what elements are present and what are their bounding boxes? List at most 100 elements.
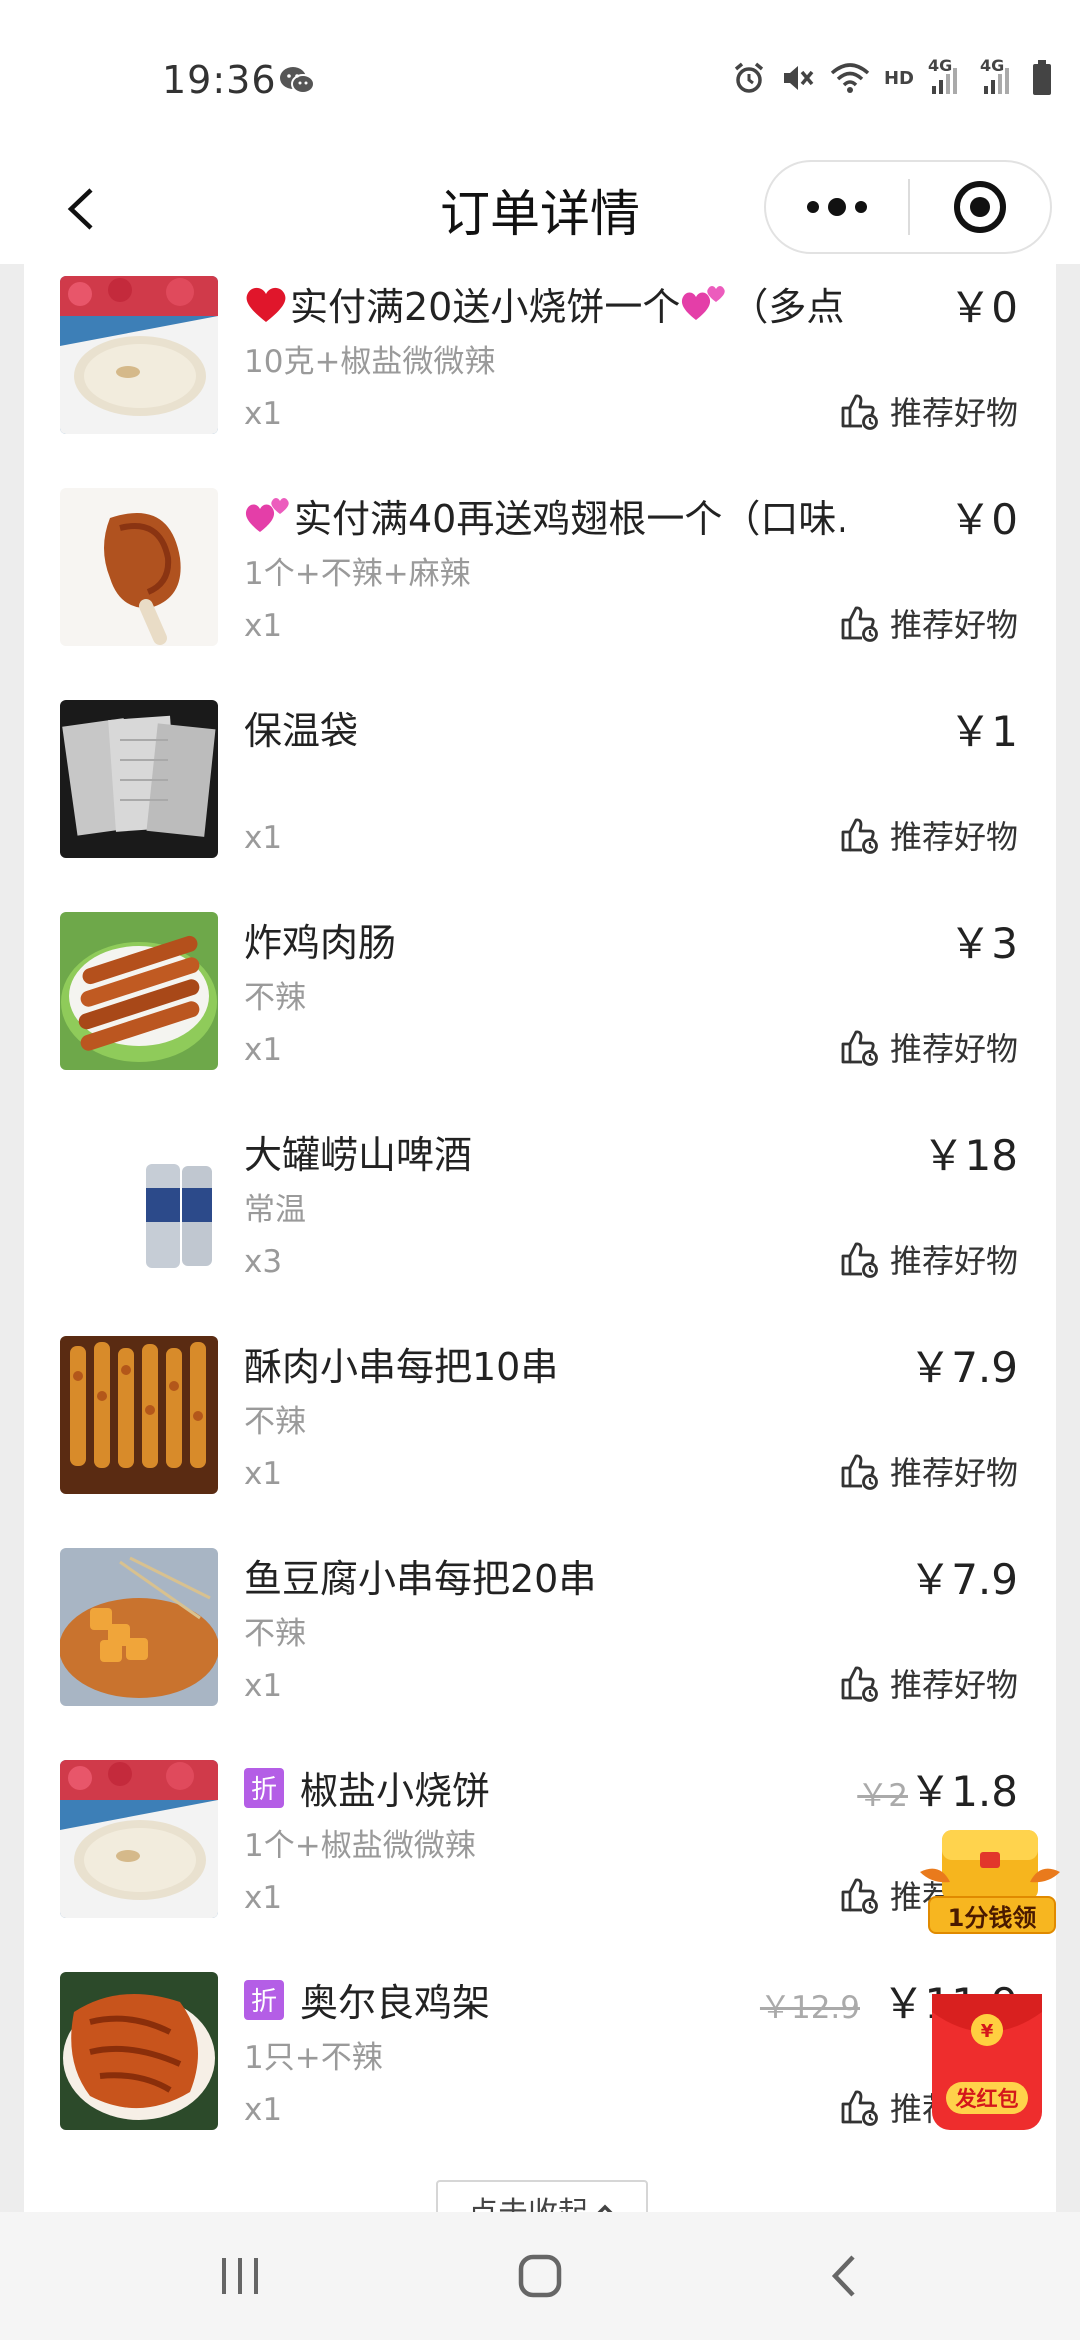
thumbs-up-icon bbox=[841, 1454, 878, 1490]
status-bar: 19:36 HD 4G 4G bbox=[0, 0, 1080, 160]
discount-tag: 折 bbox=[244, 1979, 284, 2020]
item-thumbnail[interactable] bbox=[60, 1548, 218, 1706]
recommend-label: 推荐好物 bbox=[889, 606, 1018, 644]
wifi-icon bbox=[830, 63, 870, 93]
order-item[interactable]: 实付满40再送鸡翅根一个（口味… 1个+不辣+麻辣 x1 ￥0 推荐好物 bbox=[24, 476, 1056, 688]
thumbs-up-icon bbox=[841, 1878, 878, 1914]
item-name: 酥肉小串每把10串 bbox=[244, 1336, 844, 1391]
item-name: 实付满20送小烧饼一个 （多点… bbox=[244, 276, 844, 331]
recommend-button[interactable]: 推荐好物 bbox=[840, 1024, 1018, 1070]
item-name: 大罐崂山啤酒 bbox=[244, 1124, 844, 1179]
recommend-button[interactable]: 推荐好物 bbox=[840, 812, 1018, 858]
item-thumbnail[interactable] bbox=[60, 1336, 218, 1494]
item-quantity: x1 bbox=[244, 820, 283, 856]
one-cent-coupon-widget[interactable]: 1分钱领 bbox=[920, 1822, 1060, 1940]
item-name-text: 大罐崂山啤酒 bbox=[244, 1133, 473, 1177]
home-icon bbox=[518, 2254, 562, 2298]
signal-icon: 4G bbox=[980, 56, 1018, 96]
recommend-label: 推荐好物 bbox=[889, 1030, 1018, 1068]
item-name: 折椒盐小烧饼 bbox=[244, 1760, 844, 1815]
item-thumbnail[interactable] bbox=[60, 1760, 218, 1918]
hd-label: HD bbox=[883, 67, 914, 89]
item-thumbnail[interactable] bbox=[60, 488, 218, 646]
item-name: 炸鸡肉肠 bbox=[244, 912, 844, 967]
more-button[interactable] bbox=[766, 162, 908, 252]
recommend-label: 推荐好物 bbox=[889, 1242, 1018, 1280]
item-thumbnail[interactable] bbox=[60, 912, 218, 1070]
item-spec: 1只+不辣 bbox=[244, 2040, 383, 2076]
item-quantity: x1 bbox=[244, 1456, 283, 1492]
item-spec: 不辣 bbox=[244, 980, 306, 1016]
item-price: ￥0 bbox=[949, 283, 1018, 332]
recommend-button[interactable]: 推荐好物 bbox=[840, 1448, 1018, 1494]
item-thumbnail[interactable] bbox=[60, 1124, 218, 1282]
item-name-suffix: （口味… bbox=[722, 497, 844, 541]
thumbs-up-icon bbox=[841, 2090, 878, 2126]
order-item[interactable]: 保温袋 x1 ￥1 推荐好物 bbox=[24, 688, 1056, 900]
item-price: ￥1 bbox=[949, 707, 1018, 756]
recents-button[interactable] bbox=[160, 2212, 320, 2340]
item-thumbnail[interactable] bbox=[60, 276, 218, 434]
recommend-button[interactable]: 推荐好物 bbox=[840, 600, 1018, 646]
red-packet-widget[interactable]: ¥ 发红包 bbox=[932, 1994, 1042, 2130]
order-item[interactable]: 实付满20送小烧饼一个 （多点… 10克+椒盐微微辣 x1 ￥0 推荐好物 bbox=[24, 264, 1056, 476]
collapse-button[interactable]: 点击收起 bbox=[436, 2180, 648, 2212]
item-name-text: 酥肉小串每把10串 bbox=[244, 1345, 559, 1389]
wechat-icon bbox=[280, 67, 315, 94]
item-price: ￥1.8 bbox=[909, 1767, 1018, 1816]
item-quantity: x1 bbox=[244, 608, 283, 644]
battery-icon bbox=[1033, 60, 1051, 95]
order-item[interactable]: 折奥尔良鸡架1只+不辣x1￥11.9￥12.9推荐好物 bbox=[24, 1960, 1056, 2172]
item-spec: 1个+椒盐微微辣 bbox=[244, 1828, 476, 1864]
system-back-button[interactable] bbox=[764, 2212, 924, 2340]
item-name-text: 实付满40再送鸡翅根一个 bbox=[294, 497, 723, 541]
item-quantity: x1 bbox=[244, 1032, 283, 1068]
system-navigation-bar bbox=[0, 2212, 1080, 2340]
alarm-icon bbox=[734, 62, 764, 93]
item-quantity: x1 bbox=[244, 1668, 283, 1704]
status-time: 19:36 bbox=[162, 58, 277, 102]
thumbs-up-icon bbox=[841, 1666, 878, 1702]
recommend-label: 推荐好物 bbox=[889, 818, 1018, 856]
item-quantity: x1 bbox=[244, 1880, 283, 1916]
order-item[interactable]: 酥肉小串每把10串 不辣 x1 ￥7.9 推荐好物 bbox=[24, 1324, 1056, 1536]
order-item[interactable]: 鱼豆腐小串每把20串 不辣 x1 ￥7.9 推荐好物 bbox=[24, 1536, 1056, 1748]
item-thumbnail[interactable] bbox=[60, 700, 218, 858]
thumbs-up-icon bbox=[841, 394, 878, 430]
collapse-label: 点击收起 bbox=[468, 2188, 588, 2212]
recommend-button[interactable]: 推荐好物 bbox=[840, 1236, 1018, 1282]
pink-hearts-icon bbox=[682, 285, 726, 320]
item-name: 鱼豆腐小串每把20串 bbox=[244, 1548, 844, 1603]
recommend-label: 推荐好物 bbox=[889, 394, 1018, 432]
one-cent-label: 1分钱领 bbox=[928, 1896, 1056, 1934]
recommend-button[interactable]: 推荐好物 bbox=[840, 388, 1018, 434]
recommend-label: 推荐好物 bbox=[889, 1454, 1018, 1492]
thumbs-up-icon bbox=[841, 818, 878, 854]
item-quantity: x1 bbox=[244, 396, 283, 432]
item-name-text: 鱼豆腐小串每把20串 bbox=[244, 1557, 597, 1601]
mini-program-capsule bbox=[764, 160, 1052, 254]
red-packet-label: 发红包 bbox=[946, 2082, 1028, 2114]
item-thumbnail[interactable] bbox=[60, 1972, 218, 2130]
thumbs-up-icon bbox=[841, 1242, 878, 1278]
back-icon bbox=[831, 2255, 855, 2297]
order-item[interactable]: 炸鸡肉肠不辣 x1 ￥3 推荐好物 bbox=[24, 900, 1056, 1112]
home-button[interactable] bbox=[460, 2212, 620, 2340]
item-quantity: x1 bbox=[244, 2092, 283, 2128]
order-item[interactable]: 折椒盐小烧饼1个+椒盐微微辣x1￥1.8￥2推荐好物 bbox=[24, 1748, 1056, 1960]
discount-tag: 折 bbox=[244, 1767, 284, 1808]
recommend-label: 推荐好物 bbox=[889, 1666, 1018, 1704]
back-button[interactable] bbox=[50, 174, 110, 244]
chevron-left-icon bbox=[67, 188, 93, 230]
item-price: ￥3 bbox=[949, 919, 1018, 968]
order-item[interactable]: 大罐崂山啤酒 常温 x3 ￥18 推荐好物 bbox=[24, 1112, 1056, 1324]
recommend-button[interactable]: 推荐好物 bbox=[840, 1660, 1018, 1706]
item-price: ￥18 bbox=[922, 1131, 1018, 1180]
item-name: 实付满40再送鸡翅根一个（口味… bbox=[244, 488, 844, 543]
item-price: ￥7.9 bbox=[909, 1555, 1018, 1604]
red-heart-icon bbox=[246, 287, 286, 322]
thumbs-up-icon bbox=[841, 606, 878, 642]
close-button[interactable] bbox=[910, 162, 1050, 252]
item-spec: 常温 bbox=[244, 1192, 306, 1228]
thumbs-up-icon bbox=[841, 1030, 878, 1066]
